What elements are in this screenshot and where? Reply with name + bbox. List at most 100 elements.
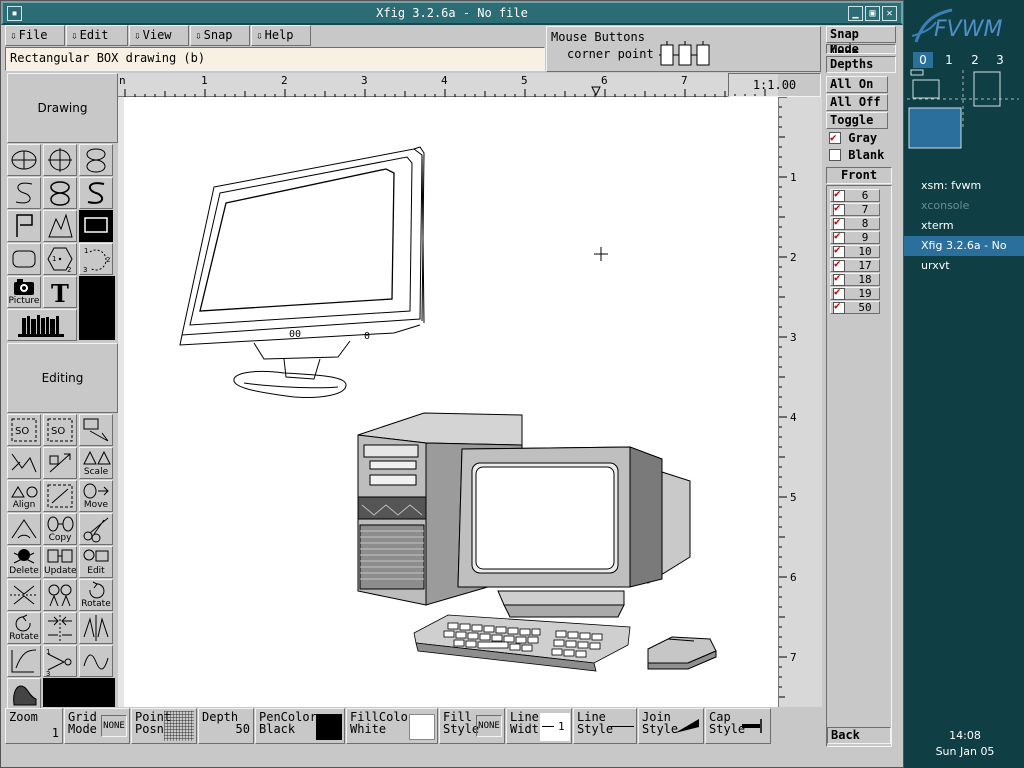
side-ruler[interactable]: 1 2 3 4 5 6 7 <box>778 96 822 707</box>
spline-open-icon[interactable] <box>43 177 77 209</box>
delete-icon[interactable]: Delete <box>7 546 41 578</box>
arrow-mode-icon[interactable] <box>43 447 77 479</box>
ruler-tick-label: 5 <box>521 74 528 87</box>
move-caption: Move <box>83 500 109 510</box>
ruler-tick-label: 4 <box>790 411 797 424</box>
add-point-icon[interactable]: SO <box>7 414 41 446</box>
spline-closed-icon[interactable] <box>7 177 41 209</box>
all-off-button[interactable]: All Off <box>826 94 888 111</box>
group-icon[interactable] <box>43 579 77 611</box>
open-compound-icon[interactable] <box>43 480 77 512</box>
move-point-icon[interactable] <box>7 447 41 479</box>
join-split-icon[interactable]: 13 <box>43 645 77 677</box>
arc-icon[interactable]: 1 2 3 <box>79 243 113 275</box>
task-item[interactable]: urxvt <box>904 256 1024 276</box>
regular-polygon-icon[interactable]: 21 <box>43 243 77 275</box>
line-width-indicator[interactable]: Line Width 1 <box>506 708 572 744</box>
break-compound-icon[interactable] <box>79 414 113 446</box>
color-swatch-block-2 <box>43 678 115 707</box>
cap-style-indicator[interactable]: Cap Style <box>705 708 771 744</box>
arcbox-icon[interactable] <box>7 243 41 275</box>
polyline-icon[interactable] <box>7 210 41 242</box>
desk-1-tab[interactable]: 1 <box>939 52 959 68</box>
crosshair-cursor-icon <box>594 247 608 261</box>
task-item[interactable]: xterm <box>904 216 1024 236</box>
box-icon[interactable] <box>79 210 113 242</box>
rotate-cw-icon[interactable]: Rotate <box>79 579 113 611</box>
pen-color-indicator[interactable]: PenColor Black <box>255 708 345 744</box>
desk-2-tab[interactable]: 2 <box>965 52 985 68</box>
gray-toggle[interactable]: Gray <box>826 130 896 148</box>
gray-checkbox[interactable] <box>829 130 841 145</box>
menu-edit[interactable]: ⇩ Edit <box>66 25 128 46</box>
menu-help[interactable]: ⇩ Help <box>251 25 311 46</box>
mirror-icon[interactable] <box>79 612 113 644</box>
menu-view[interactable]: ⇩ View <box>129 25 189 46</box>
depth-row[interactable]: 50 <box>830 300 880 314</box>
window-titlebar[interactable]: ▪ Xfig 3.2.6a - No file ▁ ▣ ✕ <box>1 1 903 25</box>
join-style-indicator[interactable]: Join Style <box>638 708 704 744</box>
ellipse-icon[interactable] <box>79 144 113 176</box>
menu-snap[interactable]: ⇩ Snap <box>190 25 250 46</box>
minimize-button[interactable]: ▁ <box>848 6 863 21</box>
line-style-indicator[interactable]: Line Style <box>573 708 637 744</box>
ruler-tick-label: 6 <box>790 571 797 584</box>
desktop-pager[interactable]: 0 1 2 3 <box>907 50 1020 158</box>
maximize-button[interactable]: ▣ <box>865 6 880 21</box>
top-ruler[interactable]: n 1 2 3 4 5 6 7 <box>118 73 778 97</box>
copy-icon[interactable]: Copy <box>43 513 77 545</box>
menu-file[interactable]: ⇩ File <box>5 25 65 46</box>
fill-pattern-icon[interactable] <box>7 678 41 710</box>
toggle-button[interactable]: Toggle <box>826 112 888 129</box>
depth-indicator[interactable]: Depth 50 <box>198 708 254 744</box>
desk-0-tab[interactable]: 0 <box>913 52 933 68</box>
depth-checkbox[interactable] <box>833 300 845 314</box>
anglemeas-icon[interactable] <box>7 513 41 545</box>
snap-mode-button[interactable]: Snap Mode <box>826 26 896 56</box>
front-label: Front <box>826 167 892 184</box>
convert-icon[interactable] <box>79 645 113 677</box>
close-button[interactable]: ✕ <box>882 6 897 21</box>
all-on-button[interactable]: All On <box>826 76 888 93</box>
flip-vertical-icon[interactable] <box>7 579 41 611</box>
point-position-indicator[interactable]: Point Posn <box>131 708 197 744</box>
picture-icon[interactable]: Picture <box>7 276 41 308</box>
task-item[interactable]: xconsole <box>904 196 1024 216</box>
keyboard-drawing <box>413 614 631 672</box>
blank-toggle[interactable]: Blank <box>826 148 896 165</box>
spline-interp-icon[interactable] <box>79 177 113 209</box>
zoom-indicator[interactable]: Zoom 1 <box>5 708 63 744</box>
move-icon[interactable]: Move <box>79 480 113 512</box>
flat-monitor-drawing: 00 0 <box>179 146 425 398</box>
cut-scissors-icon[interactable] <box>79 513 113 545</box>
update-icon[interactable]: Update <box>43 546 77 578</box>
edit-icon[interactable]: Edit <box>79 546 113 578</box>
rotate-ccw-icon[interactable]: Rotate <box>7 612 41 644</box>
clock-time: 14:08 <box>949 729 981 742</box>
snap-mode-value[interactable]: None <box>826 44 896 54</box>
delete-point-icon[interactable]: SO <box>43 414 77 446</box>
tangent-icon[interactable] <box>7 645 41 677</box>
task-item[interactable]: xsm: fvwm <box>904 176 1024 196</box>
circle-radius-icon[interactable] <box>7 144 41 176</box>
svg-text:00: 00 <box>289 329 301 340</box>
grid-mode-indicator[interactable]: Grid Mode NONE <box>64 708 130 744</box>
blank-checkbox[interactable] <box>829 149 841 161</box>
align-caption: Align <box>12 500 36 510</box>
flip-horizontal-icon[interactable] <box>43 612 77 644</box>
fill-style-indicator[interactable]: Fill Style NONE <box>439 708 505 744</box>
mouse-buttons-panel: Mouse Buttons corner point <box>546 26 821 72</box>
circle-diameter-icon[interactable] <box>43 144 77 176</box>
desk-3-tab[interactable]: 3 <box>990 52 1010 68</box>
svg-text:SO: SO <box>51 426 65 437</box>
task-item-selected[interactable]: Xfig 3.2.6a - No <box>904 236 1024 256</box>
align-icon[interactable]: Align <box>7 480 41 512</box>
drawing-canvas[interactable]: 00 0 <box>124 97 778 707</box>
picture-caption: Picture <box>8 296 40 306</box>
scale-icon[interactable]: Scale <box>79 447 113 479</box>
library-icon[interactable] <box>7 309 77 341</box>
ruler-tick-label: 2 <box>790 251 797 264</box>
polygon-icon[interactable] <box>43 210 77 242</box>
text-icon[interactable]: T <box>43 276 77 308</box>
fill-color-indicator[interactable]: FillColor White <box>346 708 438 744</box>
